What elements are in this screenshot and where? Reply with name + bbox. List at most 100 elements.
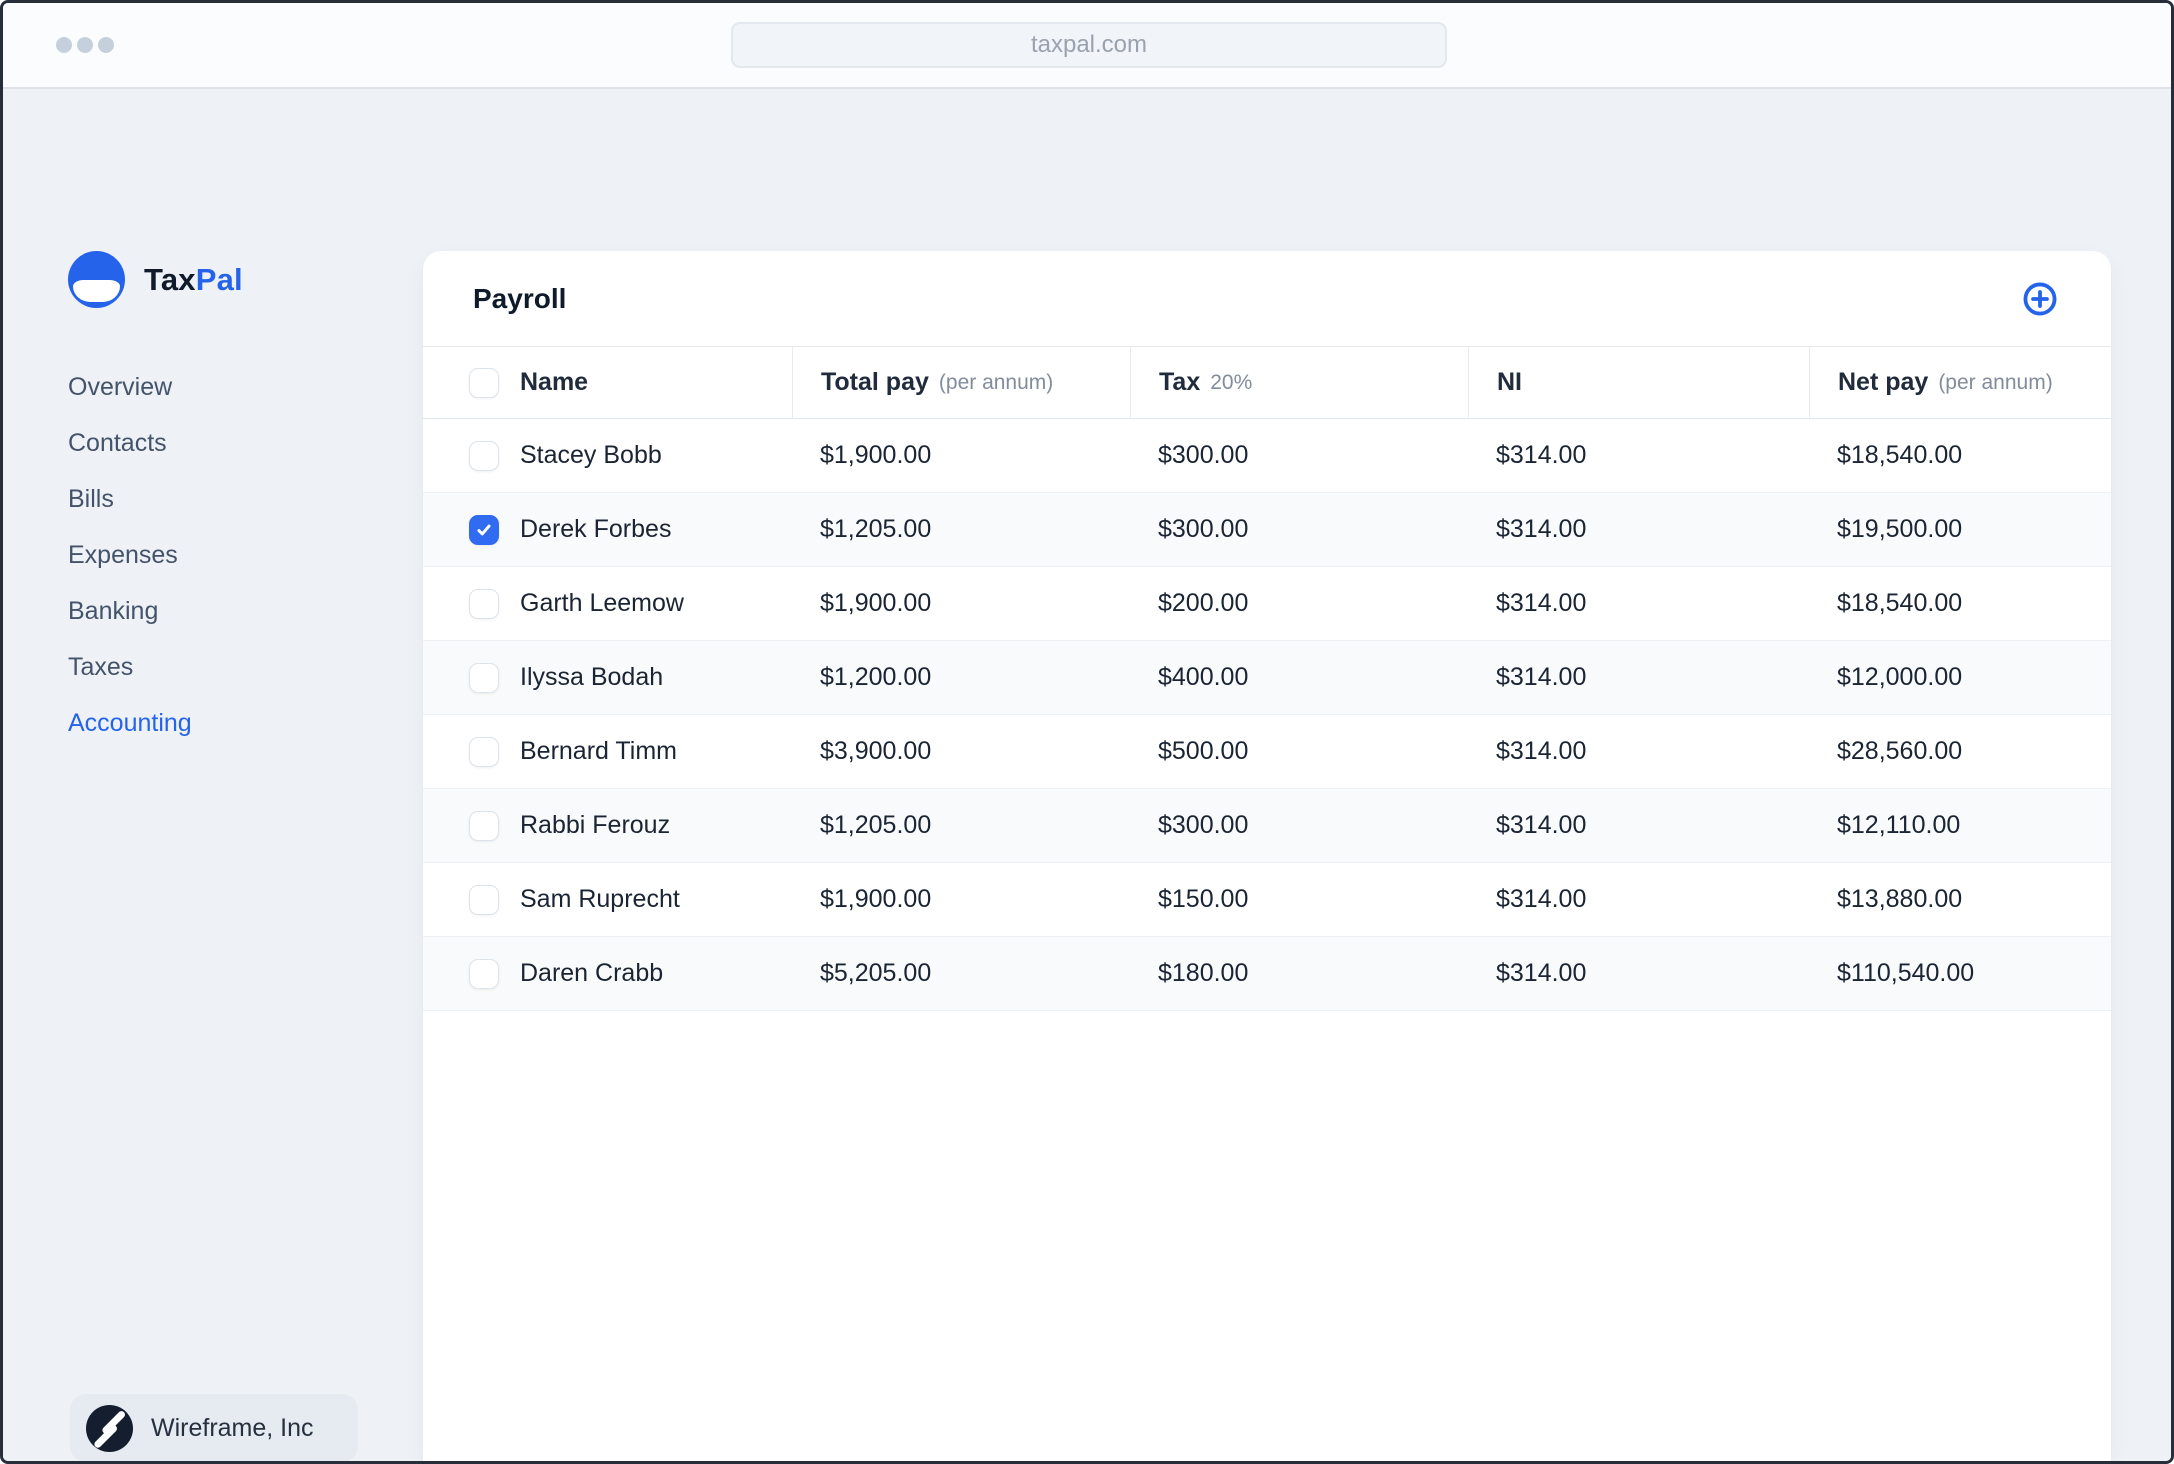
cell-tax: $500.00	[1158, 737, 1249, 765]
cell-net-pay: $18,540.00	[1837, 589, 1963, 617]
row-checkbox[interactable]	[469, 514, 499, 545]
address-bar-url: taxpal.com	[1030, 31, 1148, 58]
table-row: Derek Forbes $1,205.00 $300.00 $314.00 $…	[423, 493, 2111, 567]
cell-tax: $200.00	[1158, 589, 1249, 617]
table-row: Bernard Timm $3,900.00 $500.00 $314.00 $…	[423, 715, 2111, 789]
page-title: Payroll	[473, 282, 567, 314]
cell-name: Sam Ruprecht	[423, 863, 792, 936]
wireframe-logo-icon	[86, 1404, 133, 1452]
cell-tax: $300.00	[1158, 811, 1249, 839]
cell-name: Daren Crabb	[423, 937, 792, 1010]
row-checkbox[interactable]	[469, 662, 499, 693]
brand-text: TaxPal	[144, 262, 243, 298]
cell-total-pay: $1,200.00	[820, 663, 932, 691]
window-control-dot[interactable]	[98, 37, 114, 53]
cell-ni: $314.00	[1496, 737, 1587, 765]
cell-ni: $314.00	[1496, 959, 1587, 987]
cell-name: Bernard Timm	[423, 715, 792, 788]
cell-net-pay: $110,540.00	[1837, 959, 1975, 987]
cell-ni: $314.00	[1496, 589, 1587, 617]
sidebar-item-bills[interactable]: Bills	[68, 484, 192, 514]
cell-net-pay: $18,540.00	[1837, 441, 1963, 469]
taxpal-logo-icon	[68, 251, 125, 308]
column-header-net-pay: Net pay (per annum)	[1809, 347, 2111, 418]
row-checkbox[interactable]	[469, 440, 499, 471]
company-name: Wireframe, Inc	[151, 1413, 314, 1442]
cell-total-pay: $1,205.00	[820, 811, 932, 839]
sidebar-item-accounting[interactable]: Accounting	[68, 708, 192, 738]
cell-total-pay: $1,900.00	[820, 589, 932, 617]
cell-name: Garth Leemow	[423, 567, 792, 640]
table-row: Garth Leemow $1,900.00 $200.00 $314.00 $…	[423, 567, 2111, 641]
cell-net-pay: $19,500.00	[1837, 515, 1963, 543]
table-row: Stacey Bobb $1,900.00 $300.00 $314.00 $1…	[423, 419, 2111, 493]
table-header-row: Name Total pay (per annum) Tax 20% NI Ne…	[423, 347, 2111, 419]
table-row: Sam Ruprecht $1,900.00 $150.00 $314.00 $…	[423, 863, 2111, 937]
browser-toolbar: taxpal.com	[3, 3, 2171, 89]
employee-name: Daren Crabb	[520, 959, 664, 987]
cell-tax: $400.00	[1158, 663, 1249, 691]
sidebar-item-expenses[interactable]: Expenses	[68, 540, 192, 570]
column-header-ni: NI	[1468, 347, 1809, 418]
payroll-card-header: Payroll	[423, 251, 2111, 347]
brand-text-tax: Tax	[144, 261, 196, 297]
employee-name: Garth Leemow	[520, 589, 684, 617]
row-checkbox[interactable]	[469, 736, 499, 767]
cell-ni: $314.00	[1496, 441, 1587, 469]
table-row: Ilyssa Bodah $1,200.00 $400.00 $314.00 $…	[423, 641, 2111, 715]
employee-name: Derek Forbes	[520, 515, 672, 543]
row-checkbox[interactable]	[469, 810, 499, 841]
cell-ni: $314.00	[1496, 515, 1587, 543]
cell-total-pay: $1,900.00	[820, 441, 932, 469]
cell-ni: $314.00	[1496, 885, 1587, 913]
plus-circle-icon	[2023, 282, 2057, 315]
cell-total-pay: $1,205.00	[820, 515, 932, 543]
employee-name: Rabbi Ferouz	[520, 811, 671, 839]
sidebar-item-contacts[interactable]: Contacts	[68, 428, 192, 458]
cell-tax: $300.00	[1158, 515, 1249, 543]
payroll-card: Payroll Name Total pay (per annum) Tax 2…	[423, 251, 2111, 1461]
brand-text-pal: Pal	[195, 261, 243, 297]
cell-tax: $150.00	[1158, 885, 1249, 913]
cell-net-pay: $12,110.00	[1837, 811, 1961, 839]
browser-window: taxpal.com TaxPal Overview Contacts Bills E…	[0, 0, 2174, 1464]
sidebar-item-overview[interactable]: Overview	[68, 372, 192, 402]
row-checkbox[interactable]	[469, 588, 499, 619]
address-bar[interactable]: taxpal.com	[731, 22, 1447, 68]
cell-tax: $300.00	[1158, 441, 1249, 469]
table-body: Stacey Bobb $1,900.00 $300.00 $314.00 $1…	[423, 419, 2111, 1011]
page-background: TaxPal Overview Contacts Bills Expenses Bank…	[3, 89, 2171, 1461]
column-header-tax: Tax 20%	[1130, 347, 1468, 418]
sidebar-nav: Overview Contacts Bills Expenses Banking Taxe…	[68, 372, 192, 764]
cell-ni: $314.00	[1496, 663, 1587, 691]
cell-net-pay: $28,560.00	[1837, 737, 1963, 765]
cell-total-pay: $5,205.00	[820, 959, 932, 987]
cell-net-pay: $13,880.00	[1837, 885, 1963, 913]
column-header-total-pay: Total pay (per annum)	[792, 347, 1130, 418]
cell-name: Derek Forbes	[423, 493, 792, 566]
company-badge[interactable]: Wireframe, Inc	[70, 1394, 358, 1461]
table-row: Rabbi Ferouz $1,205.00 $300.00 $314.00 $…	[423, 789, 2111, 863]
add-payroll-button[interactable]	[2021, 280, 2059, 318]
row-checkbox[interactable]	[469, 884, 499, 915]
column-header-name: Name	[423, 347, 792, 418]
cell-name: Ilyssa Bodah	[423, 641, 792, 714]
employee-name: Sam Ruprecht	[520, 885, 680, 913]
sidebar-item-banking[interactable]: Banking	[68, 596, 192, 626]
cell-ni: $314.00	[1496, 811, 1587, 839]
cell-net-pay: $12,000.00	[1837, 663, 1963, 691]
row-checkbox[interactable]	[469, 958, 499, 989]
employee-name: Ilyssa Bodah	[520, 663, 664, 691]
cell-total-pay: $3,900.00	[820, 737, 932, 765]
cell-name: Rabbi Ferouz	[423, 789, 792, 862]
employee-name: Stacey Bobb	[520, 441, 662, 469]
sidebar-item-taxes[interactable]: Taxes	[68, 652, 192, 682]
window-control-dot[interactable]	[77, 37, 93, 53]
table-row: Daren Crabb $5,205.00 $180.00 $314.00 $1…	[423, 937, 2111, 1011]
employee-name: Bernard Timm	[520, 737, 677, 765]
brand[interactable]: TaxPal	[68, 251, 243, 308]
cell-tax: $180.00	[1158, 959, 1249, 987]
cell-name: Stacey Bobb	[423, 419, 792, 492]
window-control-dot[interactable]	[56, 37, 72, 53]
select-all-checkbox[interactable]	[469, 367, 499, 398]
